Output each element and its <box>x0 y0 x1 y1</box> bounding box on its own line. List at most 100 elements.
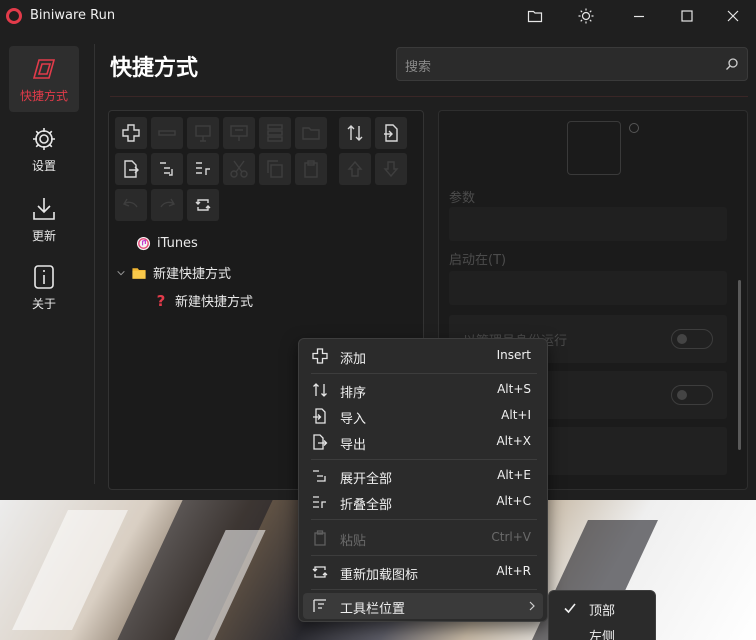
submenu-item-left[interactable]: 左侧 <box>553 621 653 640</box>
tree-item-label: 新建快捷方式 <box>153 267 232 282</box>
tree-item-itunes[interactable]: iTunes <box>135 235 198 251</box>
maximize-icon <box>681 10 693 22</box>
toolbar-move-down-button[interactable] <box>375 153 407 185</box>
download-icon <box>33 197 55 220</box>
undo-icon <box>122 198 138 208</box>
open-folder-icon <box>302 127 320 140</box>
unknown-question-icon: ? <box>156 291 166 310</box>
open-folder-button[interactable] <box>512 0 558 32</box>
menu-item-label: 展开全部 <box>340 472 393 487</box>
menu-item-shortcut: Alt+I <box>501 408 531 422</box>
menu-item-toolbar-position[interactable]: 工具栏位置 <box>303 593 543 619</box>
tree-folder-new-shortcut[interactable]: 新建快捷方式 <box>115 263 231 282</box>
menu-item-paste[interactable]: 粘贴 Ctrl+V <box>303 525 543 551</box>
folder-icon <box>131 265 147 281</box>
expand-all-icon <box>160 162 173 176</box>
submenu-item-top[interactable]: 顶部 <box>553 595 653 621</box>
menu-item-shortcut: Alt+X <box>496 434 531 448</box>
nav-item-update[interactable]: 更新 <box>9 186 79 252</box>
export-icon <box>313 434 328 450</box>
toolbar-add-button[interactable] <box>115 117 147 149</box>
toolbar-redo-button[interactable] <box>151 189 183 221</box>
shortcut-icon-preview[interactable] <box>567 121 621 175</box>
menu-item-label: 折叠全部 <box>340 498 393 513</box>
params-label: 参数 <box>449 191 476 206</box>
menu-item-reload-icons[interactable]: 重新加载图标 Alt+R <box>303 559 543 585</box>
toolbar-sort-button[interactable] <box>339 117 371 149</box>
toolbar-edit-button[interactable] <box>187 117 219 149</box>
start-in-label: 启动在(T) <box>449 253 507 268</box>
details-scrollbar[interactable] <box>738 280 741 450</box>
icon-reset-icon[interactable] <box>629 123 639 133</box>
toolbar-reload-icons-button[interactable] <box>187 189 219 221</box>
gear-icon <box>33 127 55 150</box>
nav-item-label: 更新 <box>31 228 56 243</box>
toolbar-import-button[interactable] <box>375 117 407 149</box>
cut-icon <box>230 160 248 178</box>
reload-icons-icon <box>312 566 328 578</box>
nav-item-label: 快捷方式 <box>19 88 68 103</box>
expand-all-icon <box>313 470 326 482</box>
menu-item-label: 导出 <box>340 438 367 453</box>
option-toggle[interactable] <box>671 385 713 405</box>
toolbar-cut-button[interactable] <box>223 153 255 185</box>
menu-separator <box>311 555 537 556</box>
toolbar-list-button[interactable] <box>259 117 291 149</box>
toolbar-move-up-button[interactable] <box>339 153 371 185</box>
import-icon <box>384 124 398 142</box>
chevron-right-icon <box>529 601 535 611</box>
header-divider <box>110 96 748 97</box>
toolbar-remove-button[interactable] <box>151 117 183 149</box>
menu-item-shortcut: Alt+R <box>496 564 531 578</box>
search-icon <box>726 58 738 70</box>
close-button[interactable] <box>710 0 756 32</box>
menu-separator <box>311 373 537 374</box>
start-in-input[interactable] <box>449 271 727 305</box>
sidebar-nav: 快捷方式 设置 更新 关于 <box>0 40 90 500</box>
search-input[interactable]: 搜索 <box>396 47 748 81</box>
page-title: 快捷方式 <box>110 56 199 81</box>
toolbar-open-folder-button[interactable] <box>295 117 327 149</box>
context-menu: 添加 Insert 排序 Alt+S 导入 Alt+I 导出 Alt+X 展开全… <box>298 338 548 622</box>
params-input[interactable] <box>449 207 727 241</box>
paste-icon <box>304 160 318 178</box>
toolbar-undo-button[interactable] <box>115 189 147 221</box>
nav-item-settings[interactable]: 设置 <box>9 116 79 182</box>
folder-icon <box>527 10 543 23</box>
toolbar-rename-button[interactable] <box>223 117 255 149</box>
minimize-button[interactable] <box>616 0 662 32</box>
toolbar-paste-button[interactable] <box>295 153 327 185</box>
close-icon <box>727 10 739 22</box>
import-icon <box>313 408 326 424</box>
menu-item-add[interactable]: 添加 Insert <box>303 343 543 369</box>
sort-icon <box>347 125 363 141</box>
info-icon <box>34 264 54 289</box>
menu-item-label: 排序 <box>340 386 367 401</box>
theme-toggle-button[interactable] <box>563 0 609 32</box>
menu-separator <box>311 519 537 520</box>
nav-item-about[interactable]: 关于 <box>9 254 79 320</box>
menu-item-collapse-all[interactable]: 折叠全部 Alt+C <box>303 489 543 515</box>
menu-item-sort[interactable]: 排序 Alt+S <box>303 377 543 403</box>
menu-separator <box>311 589 537 590</box>
maximize-button[interactable] <box>664 0 710 32</box>
menu-item-shortcut: Alt+C <box>496 494 531 508</box>
menu-item-expand-all[interactable]: 展开全部 Alt+E <box>303 463 543 489</box>
nav-item-shortcuts[interactable]: 快捷方式 <box>9 46 79 112</box>
run-as-admin-toggle[interactable] <box>671 329 713 349</box>
minimize-icon <box>634 15 644 18</box>
menu-item-label: 重新加载图标 <box>340 568 419 583</box>
toolbar-collapse-all-button[interactable] <box>187 153 219 185</box>
chevron-down-icon[interactable] <box>115 265 127 281</box>
toolbar-copy-button[interactable] <box>259 153 291 185</box>
menu-item-export[interactable]: 导出 Alt+X <box>303 429 543 455</box>
tree-item-new-shortcut[interactable]: ? 新建快捷方式 <box>153 291 254 311</box>
toolbar-export-button[interactable] <box>115 153 147 185</box>
menu-item-label: 粘贴 <box>340 534 367 549</box>
menu-item-import[interactable]: 导入 Alt+I <box>303 403 543 429</box>
edit-icon <box>195 125 211 142</box>
nav-item-label: 设置 <box>31 158 56 173</box>
tree-item-label: 新建快捷方式 <box>175 295 254 310</box>
collapse-all-icon <box>313 496 326 508</box>
toolbar-expand-all-button[interactable] <box>151 153 183 185</box>
